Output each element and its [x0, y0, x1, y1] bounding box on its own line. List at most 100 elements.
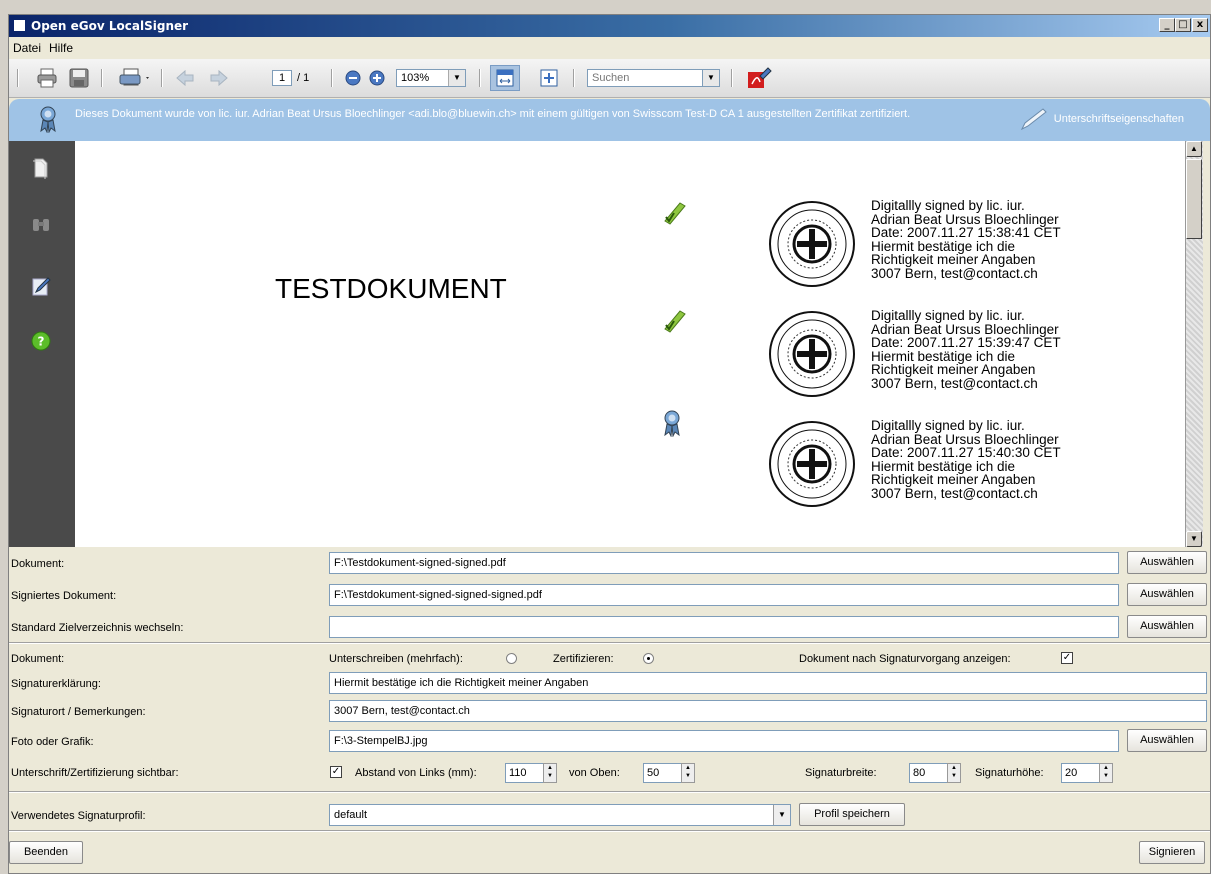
signature-properties-link[interactable]: Unterschriftseigenschaften: [1020, 108, 1184, 131]
spinner-arrows-icon[interactable]: ▲ ▼: [1099, 763, 1113, 783]
document-title: TESTDOKUMENT: [275, 273, 507, 304]
visible-checkbox[interactable]: ✓: [330, 766, 342, 778]
scroll-up-button[interactable]: ▲: [1186, 141, 1202, 157]
left-offset-spinner[interactable]: 110 ▲ ▼: [505, 763, 557, 783]
minimize-button[interactable]: _: [1159, 18, 1175, 32]
pen-check-icon: [664, 310, 686, 333]
signature-valid-icon-1[interactable]: [663, 201, 687, 227]
save-profile-button[interactable]: Profil speichern: [799, 803, 905, 826]
export-dropdown-button[interactable]: [115, 67, 155, 89]
visible-label: Unterschrift/Zertifizierung sichtbar:: [11, 767, 179, 779]
window-title: Open eGov LocalSigner: [31, 19, 189, 33]
search-dropdown-button[interactable]: ▼: [702, 69, 720, 87]
close-button[interactable]: x: [1192, 18, 1208, 32]
fit-page-button[interactable]: [537, 67, 561, 89]
choose-document-button[interactable]: Auswählen: [1127, 551, 1207, 574]
image-path-field[interactable]: F:\3-StempelBJ.jpg: [329, 730, 1119, 752]
scroll-down-button[interactable]: ▼: [1186, 531, 1202, 547]
signature-block-2: Digitallly signed by lic. iur. Adrian Be…: [767, 309, 1167, 409]
fit-width-button[interactable]: [490, 65, 520, 91]
justice-department-seal: [769, 201, 855, 287]
signing-form: Dokument: F:\Testdokument-signed-signed.…: [9, 547, 1210, 873]
show-after-checkbox[interactable]: ✓: [1061, 652, 1073, 664]
spinner-arrows-icon[interactable]: ▲ ▼: [681, 763, 695, 783]
signature-height-label: Signaturhöhe:: [975, 767, 1044, 779]
fit-width-icon: [496, 69, 514, 87]
signature-text-3: Digitallly signed by lic. iur. Adrian Be…: [871, 418, 1061, 501]
page-number-input[interactable]: 1: [272, 70, 292, 86]
sidebar-pages-button[interactable]: [31, 157, 53, 179]
zoom-in-button[interactable]: [367, 67, 387, 89]
signature-text-1: Digitallly signed by lic. iur. Adrian Be…: [871, 198, 1061, 281]
page-total: / 1: [297, 72, 310, 84]
save-button[interactable]: [67, 67, 91, 89]
signature-valid-icon-2[interactable]: [663, 309, 687, 335]
sidebar-help-button[interactable]: ?: [31, 331, 53, 353]
quit-button[interactable]: Beenden: [9, 841, 83, 864]
signed-document-path-field[interactable]: F:\Testdokument-signed-signed-signed.pdf: [329, 584, 1119, 606]
title-bar[interactable]: Open eGov LocalSigner _ □ x: [9, 15, 1210, 37]
search-placeholder: Suchen: [592, 72, 630, 84]
printer-icon: [37, 68, 57, 88]
spinner-arrows-icon[interactable]: ▲ ▼: [947, 763, 961, 783]
document-viewer[interactable]: TESTDOKUMENT Digitallly signed by lic. i…: [75, 141, 1185, 547]
certification-icon[interactable]: [663, 409, 687, 438]
sign-multiple-radio[interactable]: [506, 653, 517, 664]
svg-text:?: ?: [38, 335, 45, 349]
search-combo[interactable]: Suchen: [587, 69, 719, 87]
sidebar-signatures-button[interactable]: [31, 275, 53, 297]
maximize-button[interactable]: □: [1175, 18, 1191, 32]
target-directory-label: Standard Zielverzeichnis wechseln:: [11, 622, 184, 634]
document-scrollbar[interactable]: ▲ ▼: [1185, 141, 1203, 547]
signature-height-spinner[interactable]: 20 ▲ ▼: [1061, 763, 1113, 783]
pen-icon: [1020, 108, 1047, 131]
location-field[interactable]: 3007 Bern, test@contact.ch: [329, 700, 1207, 722]
zoom-select[interactable]: 103% ▼: [396, 69, 466, 87]
previous-page-button[interactable]: [173, 67, 197, 89]
zoom-in-icon: [369, 70, 385, 86]
pen-check-icon: [664, 202, 686, 225]
zoom-value: 103%: [401, 72, 430, 84]
top-offset-value: 50: [647, 767, 660, 779]
choose-target-directory-button[interactable]: Auswählen: [1127, 615, 1207, 638]
menu-hilfe[interactable]: Hilfe: [45, 39, 77, 57]
chevron-down-icon: ▼: [703, 70, 719, 86]
signature-width-spinner[interactable]: 80 ▲ ▼: [909, 763, 961, 783]
scroll-thumb[interactable]: [1186, 159, 1202, 239]
sign-button[interactable]: Signieren: [1139, 841, 1205, 864]
signature-width-label: Signaturbreite:: [805, 767, 877, 779]
app-window: Open eGov LocalSigner _ □ x Datei Hilfe 1…: [8, 14, 1211, 874]
arrow-right-icon: [210, 69, 228, 87]
chevron-down-icon: ▼: [773, 805, 790, 825]
signature-text-2: Digitallly signed by lic. iur. Adrian Be…: [871, 308, 1061, 391]
document-path-field[interactable]: F:\Testdokument-signed-signed.pdf: [329, 552, 1119, 574]
acrobat-button[interactable]: [745, 67, 773, 89]
certify-radio[interactable]: [643, 653, 654, 664]
profile-select[interactable]: default ▼: [329, 804, 791, 826]
zoom-out-button[interactable]: [343, 67, 363, 89]
next-page-button[interactable]: [207, 67, 231, 89]
sidebar-search-button[interactable]: [31, 215, 53, 237]
menu-bar: Datei Hilfe: [9, 39, 1210, 57]
certify-label: Zertifizieren:: [553, 653, 614, 665]
binoculars-icon: [33, 219, 49, 231]
signature-height-value: 20: [1065, 767, 1078, 779]
profile-label: Verwendetes Signaturprofil:: [11, 810, 146, 822]
choose-image-button[interactable]: Auswählen: [1127, 729, 1207, 752]
divider: [9, 642, 1210, 644]
sign-document-icon: [32, 277, 51, 296]
menu-datei[interactable]: Datei: [9, 39, 45, 57]
choose-signed-document-button[interactable]: Auswählen: [1127, 583, 1207, 606]
signature-width-value: 80: [913, 767, 926, 779]
target-directory-field[interactable]: [329, 616, 1119, 638]
mode-label: Dokument:: [11, 653, 65, 665]
spinner-arrows-icon[interactable]: ▲ ▼: [543, 763, 557, 783]
declaration-field[interactable]: Hiermit bestätige ich die Richtigkeit me…: [329, 672, 1207, 694]
signature-properties-label[interactable]: Unterschriftseigenschaften: [1054, 113, 1184, 125]
certification-info-bar: Dieses Dokument wurde von lic. iur. Adri…: [9, 99, 1210, 141]
arrow-left-icon: [176, 69, 194, 87]
top-offset-spinner[interactable]: 50 ▲ ▼: [643, 763, 695, 783]
export-icon: [119, 68, 149, 86]
help-icon: ?: [31, 331, 51, 351]
print-button[interactable]: [35, 67, 59, 89]
